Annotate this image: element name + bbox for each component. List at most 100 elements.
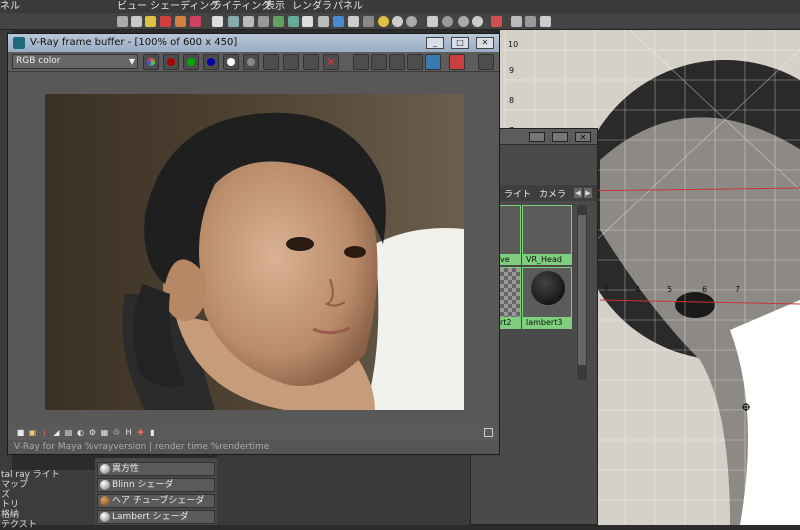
save-icon[interactable] xyxy=(263,54,279,70)
select-camera-icon[interactable] xyxy=(117,16,128,27)
safe-title-icon[interactable] xyxy=(302,16,313,27)
close-icon[interactable]: ✕ xyxy=(575,132,591,142)
share-icon[interactable] xyxy=(540,16,551,27)
pin-icon[interactable]: ✚ xyxy=(136,428,145,437)
vfb-bottom-toolbar: ■ ▣ i ◢ ▤ ◐ ⚙ ▦ ♲ H ✚ ▮ xyxy=(8,426,499,440)
load-icon[interactable] xyxy=(303,54,319,70)
material-swatch[interactable]: VR_Head xyxy=(522,205,572,265)
antialias-icon[interactable] xyxy=(442,16,453,27)
clear-icon[interactable]: ✕ xyxy=(323,54,339,70)
channel-select[interactable]: RGB color ▼ xyxy=(12,54,138,69)
lens-effects-icon[interactable] xyxy=(389,54,405,70)
rendered-image[interactable] xyxy=(45,94,464,410)
menu-shading[interactable]: シェーディング xyxy=(150,0,219,13)
axis-number: 6 xyxy=(702,285,708,294)
list-item[interactable]: ズ xyxy=(0,490,95,500)
menu-renderer[interactable]: レンダラ xyxy=(292,0,332,13)
history-list-icon[interactable]: H xyxy=(124,428,133,437)
menu-lighting[interactable]: ライティング xyxy=(212,0,271,13)
info-icon[interactable]: i xyxy=(40,428,49,437)
srgb-icon[interactable]: ♲ xyxy=(112,428,121,437)
resize-grip-icon[interactable] xyxy=(484,428,493,437)
gate-mask-icon[interactable] xyxy=(258,16,269,27)
panel-toggle-icon[interactable]: ■ xyxy=(16,428,25,437)
film-gate-icon[interactable] xyxy=(228,16,239,27)
safe-action-icon[interactable] xyxy=(288,16,299,27)
color-corrections-icon[interactable]: ▣ xyxy=(28,428,37,437)
bookmark-icon[interactable] xyxy=(145,16,156,27)
scroll-right-icon[interactable]: ▶ xyxy=(584,188,592,198)
list-item[interactable]: 異方性 xyxy=(97,462,215,476)
shadows-icon[interactable] xyxy=(392,16,403,27)
display-correction-icon[interactable] xyxy=(425,54,441,70)
maximize-button[interactable]: □ xyxy=(451,37,469,49)
xray-icon[interactable] xyxy=(472,16,483,27)
tab-cameras[interactable]: カメラ xyxy=(539,187,566,200)
list-item[interactable]: トリ xyxy=(0,500,95,510)
render-icon[interactable] xyxy=(407,54,423,70)
motion-blur-icon[interactable] xyxy=(427,16,438,27)
list-item[interactable]: Lambert シェーダ xyxy=(97,510,215,524)
minimize-button[interactable]: _ xyxy=(426,37,444,49)
stereo-icon[interactable]: ▮ xyxy=(148,428,157,437)
grid-number: 8 xyxy=(509,96,515,105)
red-channel-button[interactable] xyxy=(163,54,179,70)
lut-icon[interactable]: ▦ xyxy=(100,428,109,437)
list-item[interactable]: 格納 xyxy=(0,510,95,520)
scroll-left-icon[interactable]: ◀ xyxy=(574,188,582,198)
history-icon[interactable] xyxy=(478,54,494,70)
list-item[interactable]: テクスト xyxy=(0,520,95,530)
xray-components-icon[interactable] xyxy=(525,16,536,27)
list-item[interactable]: tal ray ライト xyxy=(0,470,95,480)
save-all-icon[interactable] xyxy=(283,54,299,70)
viewport-toolbar xyxy=(0,13,800,30)
alpha-channel-button[interactable] xyxy=(223,54,239,70)
scrollbar[interactable] xyxy=(577,205,587,380)
compare-ab-icon[interactable] xyxy=(449,54,465,70)
wireframe-on-shaded-icon[interactable] xyxy=(348,16,359,27)
textured-icon[interactable] xyxy=(363,16,374,27)
blue-channel-button[interactable] xyxy=(203,54,219,70)
material-swatch[interactable]: rt2 xyxy=(499,267,521,329)
twod-pan-icon[interactable] xyxy=(175,16,186,27)
levels-icon[interactable]: ▤ xyxy=(64,428,73,437)
list-item[interactable]: マップ xyxy=(0,480,95,490)
menu-panel-fragment[interactable]: ネル xyxy=(0,0,20,13)
green-channel-button[interactable] xyxy=(183,54,199,70)
smooth-shade-icon[interactable] xyxy=(333,16,344,27)
curve-icon[interactable]: ◢ xyxy=(52,428,61,437)
girl-render-image xyxy=(45,94,464,410)
resolution-gate-icon[interactable] xyxy=(243,16,254,27)
exposure-icon[interactable]: ◐ xyxy=(76,428,85,437)
menu-display[interactable]: 表示 xyxy=(265,0,285,13)
grid-icon[interactable] xyxy=(212,16,223,27)
list-item[interactable]: ヘア チューブシェーダ xyxy=(97,494,215,508)
settings-gear-icon[interactable]: ⚙ xyxy=(88,428,97,437)
menu-view[interactable]: ビュー xyxy=(117,0,147,13)
scrollbar-thumb[interactable] xyxy=(578,215,586,365)
tab-lights[interactable]: ライト xyxy=(504,187,531,200)
dof-icon[interactable] xyxy=(458,16,469,27)
track-mouse-icon[interactable] xyxy=(371,54,387,70)
list-item[interactable]: Blinn シェーダ xyxy=(97,478,215,492)
blinn-icon xyxy=(100,480,110,490)
minimize-button[interactable] xyxy=(529,132,545,142)
maximize-button[interactable] xyxy=(552,132,568,142)
wireframe-icon[interactable] xyxy=(318,16,329,27)
lights-icon[interactable] xyxy=(378,16,389,27)
rgb-channels-button[interactable] xyxy=(143,54,159,70)
window-titlebar[interactable]: V-Ray frame buffer - [100% of 600 x 450]… xyxy=(8,34,499,52)
ssao-icon[interactable] xyxy=(406,16,417,27)
lock-camera-icon[interactable] xyxy=(131,16,142,27)
isolate-select-icon[interactable] xyxy=(491,16,502,27)
region-icon[interactable] xyxy=(353,54,369,70)
image-plane-icon[interactable] xyxy=(160,16,171,27)
close-icon[interactable]: ✕ xyxy=(476,37,494,49)
menu-panels[interactable]: パネル xyxy=(333,0,363,13)
mono-button[interactable] xyxy=(243,54,259,70)
material-swatch[interactable]: lambert3 xyxy=(522,267,572,329)
material-swatch[interactable]: ve xyxy=(499,205,521,265)
grease-pencil-icon[interactable] xyxy=(190,16,201,27)
xray-joints-icon[interactable] xyxy=(511,16,522,27)
field-chart-icon[interactable] xyxy=(273,16,284,27)
